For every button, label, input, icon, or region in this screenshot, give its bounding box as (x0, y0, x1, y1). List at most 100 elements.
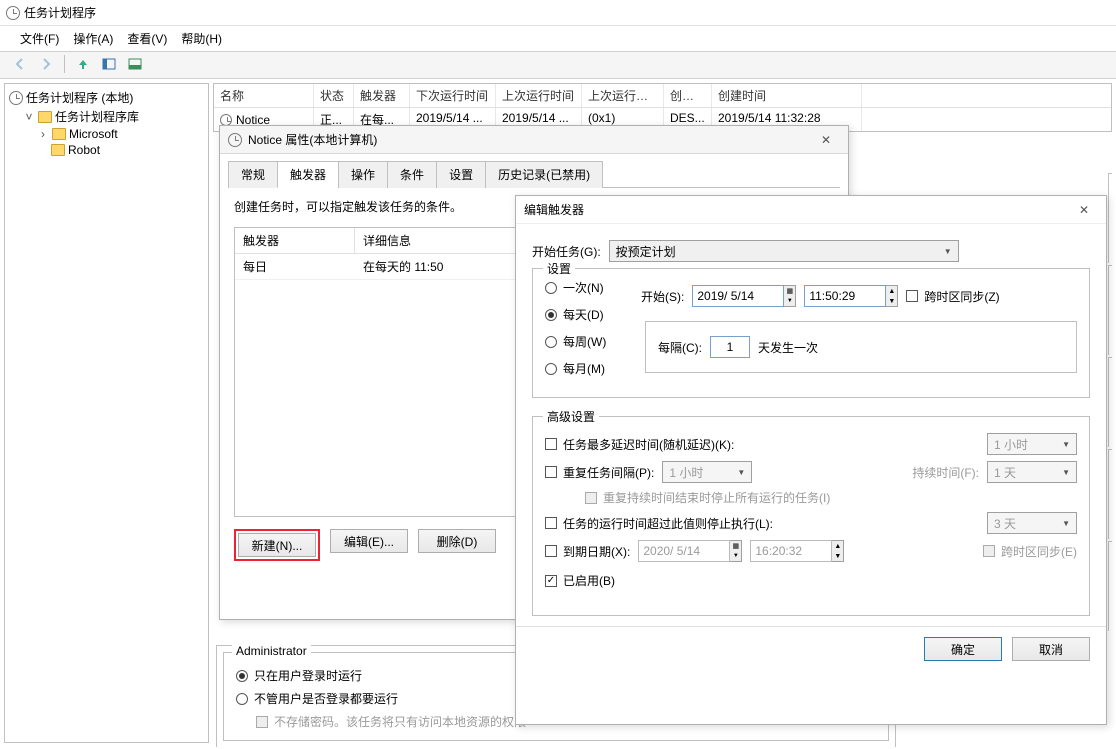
duration-label: 持续时间(F): (912, 464, 979, 481)
freq-monthly[interactable]: 每月(M) (545, 360, 635, 377)
time-spinner[interactable]: ▲▼ (886, 285, 898, 307)
stop-all-checkbox: 重复持续时间结束时停止所有运行的任务(I) (585, 489, 830, 506)
tab-conditions[interactable]: 条件 (387, 161, 437, 188)
col-result[interactable]: 上次运行结果 (582, 84, 664, 107)
col-status[interactable]: 状态 (314, 84, 354, 107)
window-title: 任务计划程序 (24, 4, 96, 21)
expire-date-input: 2020/ 5/14 (638, 540, 730, 562)
close-button[interactable]: ✕ (812, 133, 840, 147)
forward-button[interactable] (36, 54, 56, 74)
freq-once[interactable]: 一次(N) (545, 279, 635, 296)
start-label: 开始(S): (641, 288, 684, 305)
expand-icon[interactable]: › (37, 127, 49, 141)
checkbox-icon (256, 716, 268, 728)
checkbox-icon (983, 545, 995, 557)
settings-legend: 设置 (543, 260, 575, 277)
tabs: 常规 触发器 操作 条件 设置 历史记录(已禁用) (228, 160, 840, 188)
delay-checkbox[interactable]: 任务最多延迟时间(随机延迟)(K): (545, 436, 734, 453)
begin-task-select[interactable]: 按预定计划 ▼ (609, 240, 959, 262)
chevron-down-icon: ▼ (944, 247, 952, 256)
ok-button[interactable]: 确定 (924, 637, 1002, 661)
clock-icon (220, 114, 232, 126)
close-button[interactable]: ✕ (1070, 203, 1098, 217)
tab-triggers[interactable]: 触发器 (277, 161, 339, 188)
toolbar-separator (64, 55, 65, 73)
tab-history[interactable]: 历史记录(已禁用) (485, 161, 603, 188)
radio-icon (236, 693, 248, 705)
tree-microsoft[interactable]: › Microsoft (9, 126, 204, 142)
checkbox-icon (545, 438, 557, 450)
checkbox-icon (545, 545, 557, 557)
checkbox-icon (585, 492, 597, 504)
every-input[interactable]: 1 (710, 336, 750, 358)
tab-settings[interactable]: 设置 (436, 161, 486, 188)
expire-sync-checkbox: 跨时区同步(E) (983, 543, 1077, 560)
begin-task-value: 按预定计划 (616, 243, 676, 260)
stop-if-checkbox[interactable]: 任务的运行时间超过此值则停止执行(L): (545, 515, 773, 532)
tab-general[interactable]: 常规 (228, 161, 278, 188)
radio-icon (545, 336, 557, 348)
th-trigger[interactable]: 触发器 (235, 228, 355, 253)
start-time-input[interactable]: 11:50:29 (804, 285, 886, 307)
dialog-titlebar: 编辑触发器 ✕ (516, 196, 1106, 224)
start-date-input[interactable]: 2019/ 5/14 (692, 285, 784, 307)
run-logged-in-radio[interactable]: 只在用户登录时运行 (236, 667, 362, 684)
highlight-new: 新建(N)... (234, 529, 320, 561)
col-trigger[interactable]: 触发器 (354, 84, 410, 107)
delete-button[interactable]: 删除(D) (418, 529, 496, 553)
enabled-checkbox[interactable]: 已启用(B) (545, 572, 615, 589)
every-label: 每隔(C): (658, 339, 702, 356)
advanced-fieldset: 高级设置 任务最多延迟时间(随机延迟)(K): 1 小时▼ 重复任务间隔(P):… (532, 416, 1090, 616)
new-button[interactable]: 新建(N)... (238, 533, 316, 557)
col-last[interactable]: 上次运行时间 (496, 84, 582, 107)
date-picker-button: ▦▼ (730, 540, 742, 562)
col-creator[interactable]: 创建者 (664, 84, 712, 107)
freq-daily[interactable]: 每天(D) (545, 306, 635, 323)
recurrence-box: 每隔(C): 1 天发生一次 (645, 321, 1077, 373)
grid-header: 名称 状态 触发器 下次运行时间 上次运行时间 上次运行结果 创建者 创建时间 (214, 84, 1111, 108)
col-next[interactable]: 下次运行时间 (410, 84, 496, 107)
dialog-title: Notice 属性(本地计算机) (248, 131, 377, 148)
window-titlebar: 任务计划程序 (0, 0, 1116, 26)
tree-robot[interactable]: Robot (9, 142, 204, 158)
date-picker-button[interactable]: ▦▼ (784, 285, 796, 307)
toolbar (0, 51, 1116, 79)
stop-if-select: 3 天▼ (987, 512, 1077, 534)
radio-icon (545, 309, 557, 321)
menu-help[interactable]: 帮助(H) (181, 30, 222, 47)
back-button[interactable] (10, 54, 30, 74)
clock-icon (6, 6, 20, 20)
run-any-radio[interactable]: 不管用户是否登录都要运行 (236, 690, 398, 707)
panel-button-2[interactable] (125, 54, 145, 74)
every-suffix: 天发生一次 (758, 339, 818, 356)
trigger-cell: 每日 (235, 254, 355, 279)
duration-select: 1 天▼ (987, 461, 1077, 483)
edit-button[interactable]: 编辑(E)... (330, 529, 408, 553)
radio-icon (545, 363, 557, 375)
begin-task-label: 开始任务(G): (532, 243, 601, 260)
no-store-pw-checkbox: 不存储密码。该任务将只有访问本地资源的权限 (256, 713, 526, 730)
cancel-button[interactable]: 取消 (1012, 637, 1090, 661)
settings-fieldset: 设置 一次(N) 每天(D) 每周(W) 每月(M) 开始(S): 2019/ … (532, 268, 1090, 398)
panel-button-1[interactable] (99, 54, 119, 74)
menu-file[interactable]: 文件(F) (20, 30, 59, 47)
advanced-legend: 高级设置 (543, 408, 599, 425)
menu-view[interactable]: 查看(V) (127, 30, 167, 47)
col-name[interactable]: 名称 (214, 84, 314, 107)
tree-root-label: 任务计划程序 (本地) (26, 89, 133, 106)
col-ctime[interactable]: 创建时间 (712, 84, 862, 107)
up-button[interactable] (73, 54, 93, 74)
tab-actions[interactable]: 操作 (338, 161, 388, 188)
menu-action[interactable]: 操作(A) (73, 30, 113, 47)
repeat-checkbox[interactable]: 重复任务间隔(P): (545, 464, 654, 481)
freq-weekly[interactable]: 每周(W) (545, 333, 635, 350)
collapse-icon[interactable]: ˅ (23, 110, 35, 124)
checkbox-icon (906, 290, 918, 302)
time-spinner: ▲▼ (832, 540, 844, 562)
tree-library[interactable]: ˅ 任务计划程序库 (9, 107, 204, 126)
sync-tz-checkbox[interactable]: 跨时区同步(Z) (906, 288, 999, 305)
checkbox-icon (545, 466, 557, 478)
clock-icon (9, 91, 23, 105)
expire-checkbox[interactable]: 到期日期(X): (545, 543, 630, 560)
tree-root[interactable]: 任务计划程序 (本地) (9, 88, 204, 107)
